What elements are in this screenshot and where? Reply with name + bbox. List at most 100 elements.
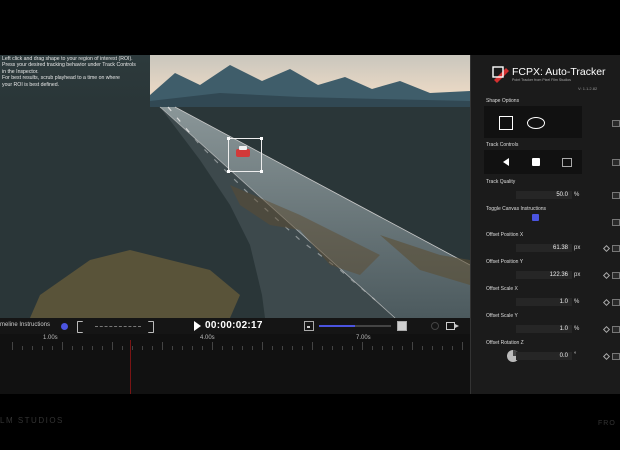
ruler-tick (302, 346, 303, 350)
ruler-tick (252, 346, 253, 350)
offset-x-field[interactable]: 61.38 (516, 244, 572, 252)
plugin-title: FCPX: Auto-Tracker (512, 66, 606, 78)
reset-icon[interactable] (612, 192, 620, 199)
reset-icon[interactable] (612, 219, 620, 226)
rectangle-shape-button[interactable] (499, 116, 513, 130)
reset-icon[interactable] (612, 120, 620, 127)
ruler-tick (162, 342, 163, 350)
play-icon[interactable] (194, 321, 201, 331)
offset-y-field[interactable]: 122.36 (516, 271, 572, 279)
ruler-tick (342, 346, 343, 350)
ruler-tick (212, 342, 213, 350)
rotation-z-unit: ° (574, 352, 577, 358)
scale-y-value: 1.0 (559, 326, 568, 332)
timeline-ruler[interactable]: 1.00s 4.00s 7.00s (0, 334, 473, 394)
timeline-instructions-label: meline Instructions (0, 322, 51, 328)
ruler-tick (272, 346, 273, 350)
track-quality-unit: % (574, 192, 580, 198)
offset-y-unit: px (574, 272, 581, 278)
shape-options-label: Shape Options (486, 98, 520, 104)
ruler-tick (192, 346, 193, 350)
track-range-bar[interactable] (95, 326, 141, 328)
roi-tracking-box[interactable] (227, 137, 263, 173)
watermark-left: LM STUDIOS (0, 416, 64, 425)
rotation-z-field[interactable]: 0.0 (516, 352, 572, 360)
roi-handle[interactable] (227, 170, 230, 173)
video-frame (0, 55, 470, 318)
ruler-tick (362, 342, 363, 350)
track-stop-icon[interactable] (532, 158, 540, 166)
ruler-tick (462, 342, 463, 350)
ruler-tick (262, 342, 263, 350)
offset-y-value: 122.36 (549, 272, 568, 278)
scale-x-unit: % (574, 299, 580, 305)
zoom-in-icon[interactable] (397, 321, 407, 331)
timecode-display: 00:00:02:17 (205, 320, 263, 331)
rotation-z-value: 0.0 (559, 353, 568, 359)
roi-handle[interactable] (260, 170, 263, 173)
ruler-tick (442, 346, 443, 350)
roi-handle[interactable] (260, 137, 263, 140)
toggle-canvas-label: Toggle Canvas Instructions (486, 206, 547, 212)
ruler-tick (392, 346, 393, 350)
ruler-tick (232, 346, 233, 350)
zoom-out-icon[interactable] (304, 321, 314, 331)
reset-icon[interactable] (612, 245, 620, 252)
ruler-tick (432, 346, 433, 350)
camera-icon[interactable] (446, 322, 459, 330)
playhead[interactable] (130, 340, 131, 394)
track-backward-icon[interactable] (503, 158, 509, 166)
ruler-tick (322, 346, 323, 350)
reset-icon[interactable] (612, 272, 620, 279)
roi-handle[interactable] (227, 137, 230, 140)
watermark-right: FRO (598, 420, 616, 427)
scale-y-field[interactable]: 1.0 (516, 325, 572, 333)
ruler-tick (202, 346, 203, 350)
ellipse-shape-button[interactable] (527, 117, 545, 129)
ruler-label: 1.00s (43, 335, 58, 341)
mark-in-icon[interactable] (77, 321, 83, 333)
ruler-tick (352, 346, 353, 350)
reset-icon[interactable] (612, 353, 620, 360)
ruler-tick (172, 346, 173, 350)
plugin-version: V: 1.1.2.82 (578, 86, 598, 91)
track-controls-label: Track Controls (486, 142, 519, 148)
ruler-tick (102, 346, 103, 350)
reset-icon[interactable] (612, 159, 620, 166)
ruler-tick (222, 346, 223, 350)
ruler-tick (332, 346, 333, 350)
ruler-tick (372, 346, 373, 350)
ruler-tick (112, 342, 113, 350)
ruler-tick (282, 346, 283, 350)
ruler-tick (292, 346, 293, 350)
ruler-tick (422, 346, 423, 350)
track-quality-value: 50.0 (556, 192, 568, 198)
ruler-tick (122, 346, 123, 350)
offset-y-label: Offset Position Y (486, 259, 524, 265)
toggle-canvas-checkbox[interactable] (532, 214, 539, 221)
scale-y-label: Offset Scale Y (486, 313, 518, 319)
scale-x-field[interactable]: 1.0 (516, 298, 572, 306)
ruler-tick (92, 346, 93, 350)
ruler-tick (12, 342, 13, 350)
track-forward-icon[interactable] (562, 158, 572, 167)
ruler-tick (182, 346, 183, 350)
ruler-tick (32, 346, 33, 350)
ruler-tick (62, 342, 63, 350)
zoom-slider-fill (319, 325, 355, 327)
scale-y-unit: % (574, 326, 580, 332)
ruler-label: 4.00s (200, 335, 215, 341)
video-viewer[interactable] (0, 55, 470, 318)
timeline-instructions-toggle[interactable] (61, 323, 68, 330)
ruler-tick (152, 346, 153, 350)
scale-x-value: 1.0 (559, 299, 568, 305)
mark-out-icon[interactable] (148, 321, 154, 333)
track-quality-field[interactable]: 50.0 (516, 191, 572, 199)
offset-x-unit: px (574, 245, 581, 251)
record-icon[interactable] (431, 322, 439, 330)
ruler-tick (22, 346, 23, 350)
reset-icon[interactable] (612, 299, 620, 306)
zoom-slider[interactable] (319, 325, 391, 327)
offset-x-value: 61.38 (552, 245, 568, 251)
reset-icon[interactable] (612, 326, 620, 333)
